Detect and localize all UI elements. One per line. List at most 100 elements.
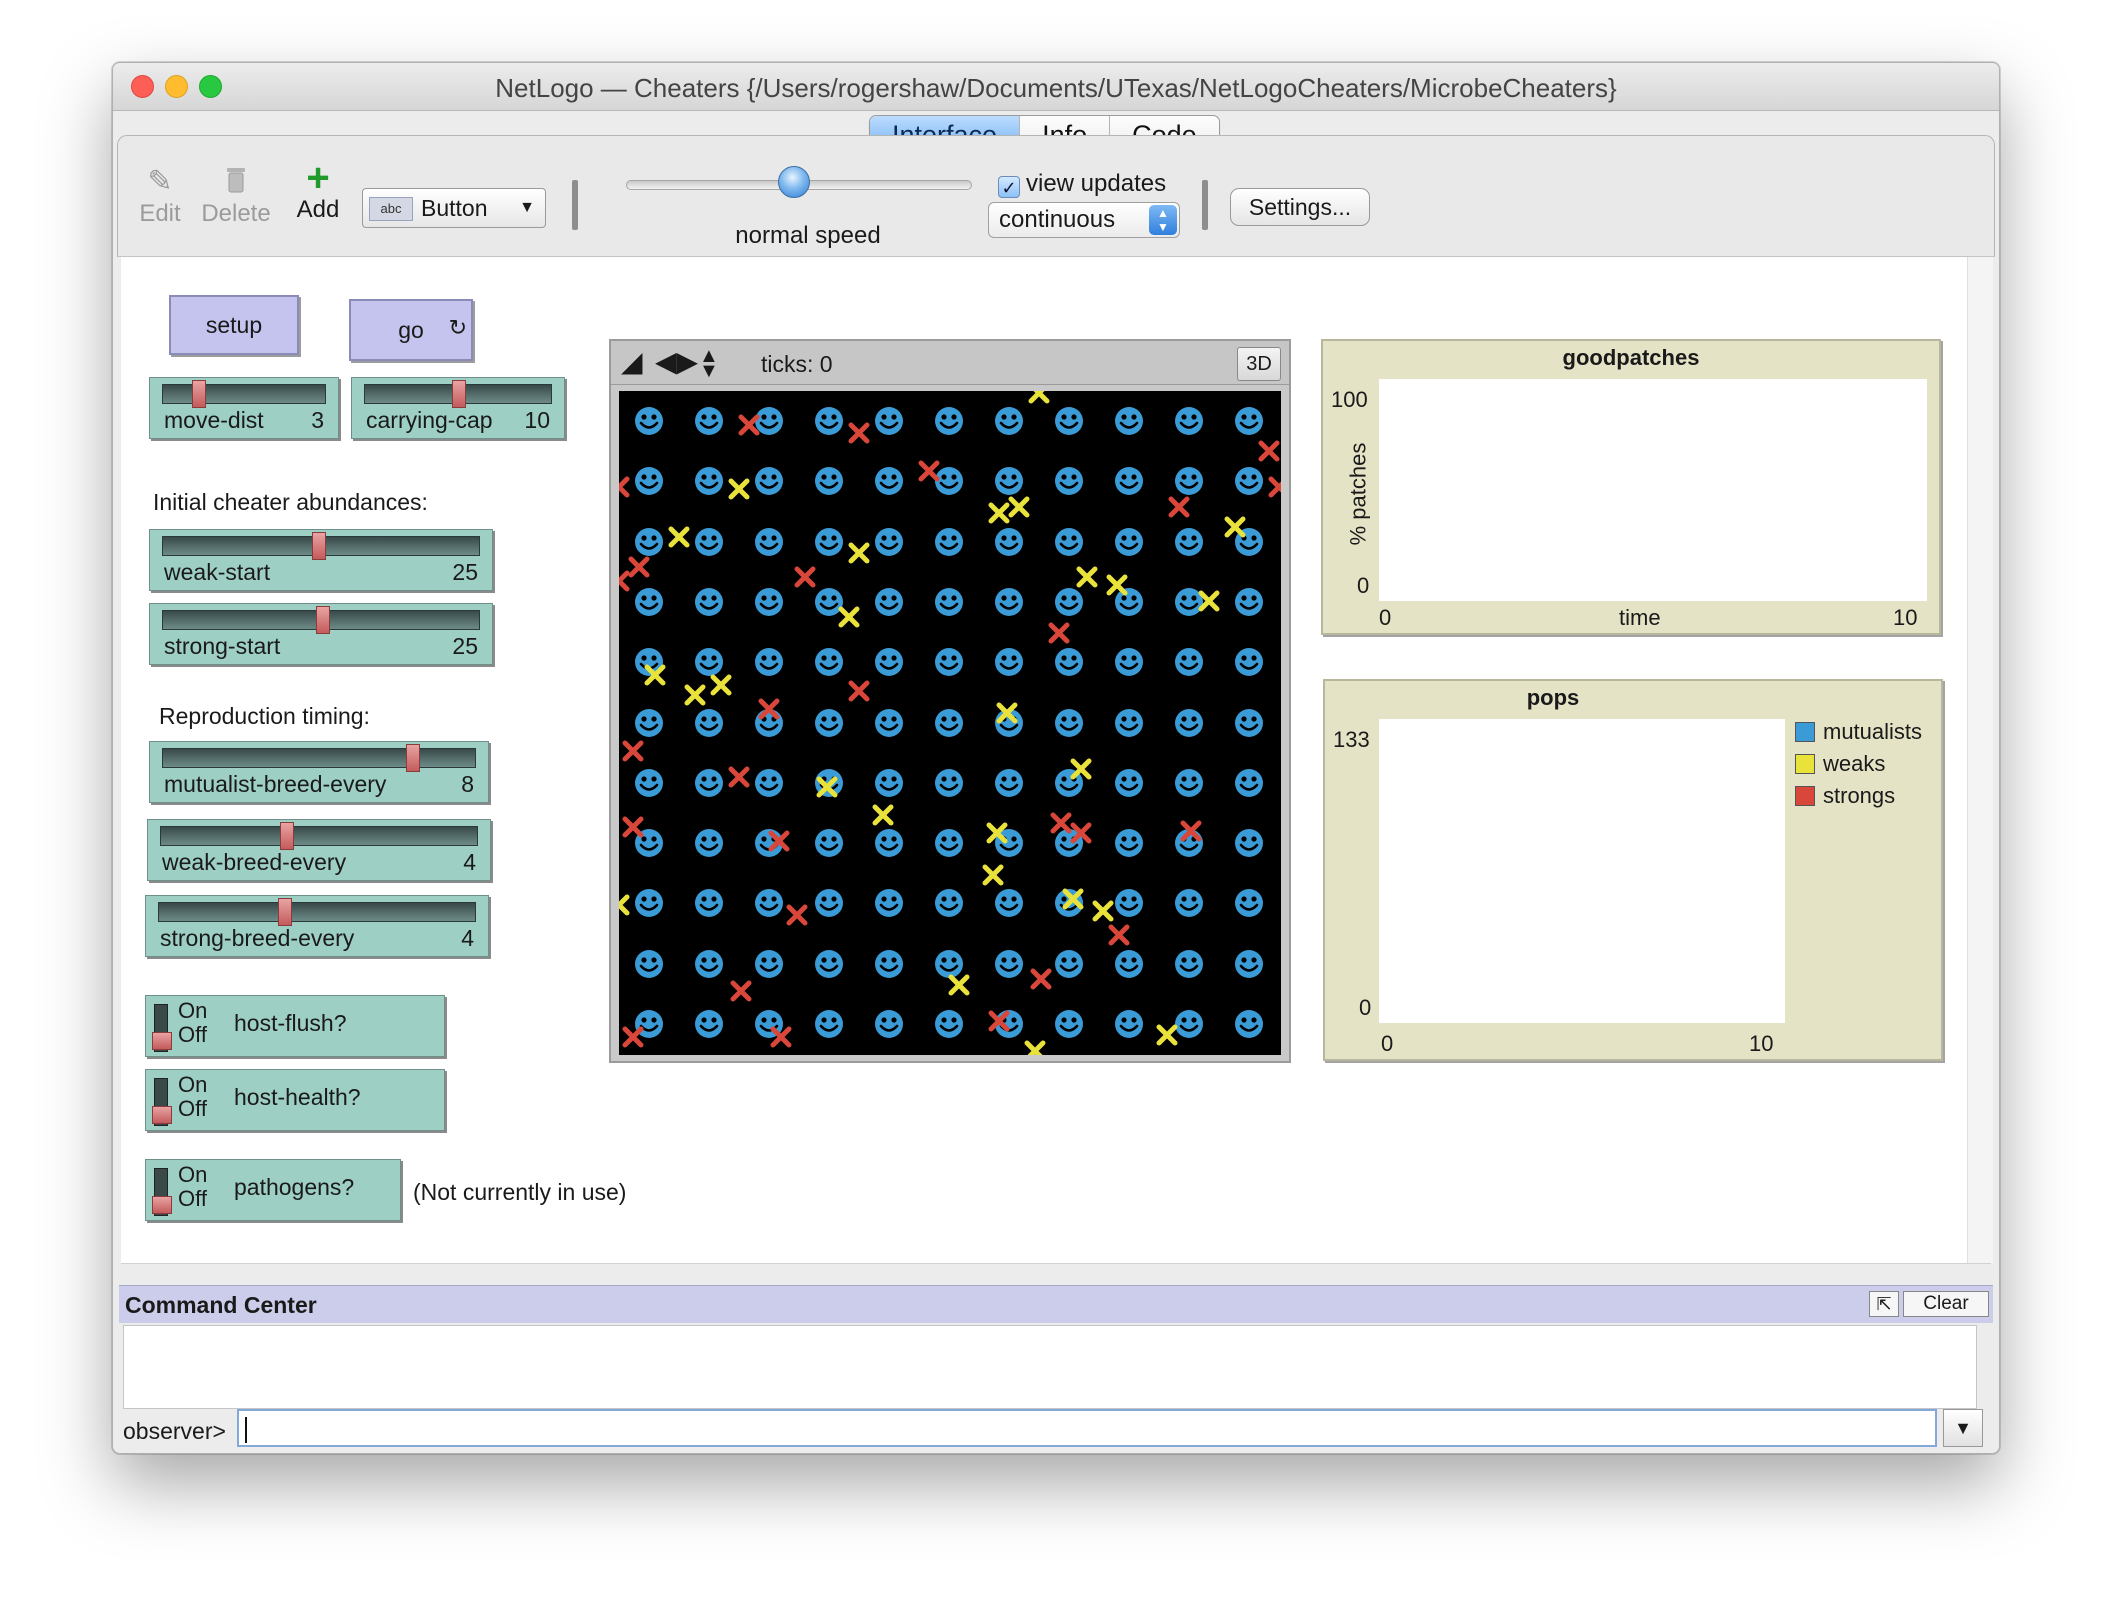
world-canvas[interactable] (619, 391, 1281, 1055)
checkmark-icon: ✓ (998, 176, 1020, 198)
setup-label: setup (205, 312, 263, 338)
resize-diagonal-icon[interactable]: ◢ (621, 347, 643, 377)
slider-value: 25 (452, 633, 478, 659)
slider-value: 8 (461, 771, 474, 797)
switch-host-health[interactable]: On Off host-health? (145, 1069, 445, 1131)
add-label: Add (296, 196, 340, 223)
slider-name: strong-breed-every (160, 925, 355, 951)
pane-splitter[interactable] (121, 1263, 1991, 1285)
slider-track (162, 384, 326, 404)
window-title: NetLogo — Cheaters {/Users/rogershaw/Doc… (495, 73, 1617, 103)
ticks-counter: ticks: 0 (761, 351, 833, 377)
switch-on-label: On (178, 1162, 208, 1187)
switch-on-label: On (178, 998, 208, 1023)
slider-carrying-cap[interactable]: carrying-cap 10 (351, 377, 565, 439)
slider-knob[interactable] (280, 822, 294, 850)
expand-icon[interactable]: ⇱ (1869, 1291, 1899, 1317)
update-mode-value: continuous (999, 206, 1116, 233)
plot-area (1379, 719, 1785, 1023)
add-button[interactable]: + Add (290, 156, 346, 224)
widget-type-label: Button (421, 195, 488, 221)
up-down-arrows-icon: ▲ ▼ (1149, 205, 1177, 235)
interface-canvas: setup go ↻ move-dist 3 carrying-cap 10 I… (121, 257, 1967, 1263)
3d-view-button[interactable]: 3D (1237, 347, 1281, 381)
legend-item-weaks: weaks (1795, 751, 1885, 777)
switch-name: pathogens? (234, 1174, 355, 1200)
trash-icon (198, 164, 274, 200)
setup-button[interactable]: setup (169, 295, 299, 355)
update-mode-select[interactable]: continuous ▲ ▼ (988, 202, 1180, 238)
switch-knob[interactable] (152, 1196, 172, 1214)
plus-icon: + (306, 156, 330, 200)
legend-swatch (1795, 722, 1815, 742)
x-min-label: 0 (1379, 605, 1392, 630)
y-axis-label: % patches (1345, 442, 1371, 546)
chevron-down-icon: ▼ (519, 199, 535, 216)
vertical-arrows-icon[interactable]: ▲ ▼ (699, 346, 719, 381)
slider-knob[interactable] (278, 898, 292, 926)
speed-label: normal speed (735, 222, 881, 249)
legend-swatch (1795, 786, 1815, 806)
view-updates-checkbox[interactable]: ✓ view updates (998, 170, 1166, 198)
vertical-scrollbar[interactable] (1967, 257, 1993, 1263)
slider-name: weak-breed-every (162, 849, 347, 875)
speed-slider-knob[interactable] (778, 166, 810, 198)
switch-pathogens[interactable]: On Off pathogens? (145, 1159, 401, 1221)
horizontal-arrows-icon[interactable]: ◀▶ (655, 347, 698, 377)
interface-toolbar: ✎ Edit Delete + Add abc Button ▼ normal … (117, 135, 1995, 257)
command-output (123, 1325, 1977, 1409)
slider-weak-start[interactable]: weak-start 25 (149, 529, 493, 591)
slider-name: carrying-cap (366, 407, 493, 433)
legend-item-strongs: strongs (1795, 783, 1895, 809)
delete-label: Delete (201, 200, 271, 227)
switch-off-label: Off (178, 1022, 207, 1047)
netlogo-window: NetLogo — Cheaters {/Users/rogershaw/Doc… (112, 62, 2000, 1454)
legend-label: mutualists (1823, 719, 1923, 744)
command-center-header: Command Center ⇱ Clear (119, 1285, 1993, 1323)
slider-move-dist[interactable]: move-dist 3 (149, 377, 339, 439)
x-max-label: 10 (1893, 605, 1918, 630)
plot-pops: pops 133 0 0 10 mutualists weaks strongs (1323, 679, 1943, 1061)
slider-knob[interactable] (406, 744, 420, 772)
slider-knob[interactable] (312, 532, 326, 560)
title-bar[interactable]: NetLogo — Cheaters {/Users/rogershaw/Doc… (113, 63, 1999, 111)
initial-cheater-label: Initial cheater abundances: (153, 489, 428, 515)
x-max-label: 10 (1749, 1031, 1774, 1056)
y-max-label: 133 (1333, 727, 1370, 752)
toolbar-divider (1202, 180, 1208, 230)
widget-type-select[interactable]: abc Button ▼ (362, 188, 546, 228)
pencil-icon: ✎ (147, 165, 173, 198)
go-label: go (398, 317, 424, 343)
legend-swatch (1795, 754, 1815, 774)
switch-knob[interactable] (152, 1106, 172, 1124)
slider-knob[interactable] (316, 606, 330, 634)
slider-strong-start[interactable]: strong-start 25 (149, 603, 493, 665)
x-min-label: 0 (1381, 1031, 1394, 1056)
switch-host-flush[interactable]: On Off host-flush? (145, 995, 445, 1057)
plot-area (1379, 379, 1927, 601)
settings-button[interactable]: Settings... (1230, 188, 1370, 226)
observer-prompt: observer> (123, 1418, 226, 1444)
plot-title: pops (1526, 685, 1580, 710)
slider-mutualist-breed-every[interactable]: mutualist-breed-every 8 (149, 741, 489, 803)
slider-weak-breed-every[interactable]: weak-breed-every 4 (147, 819, 491, 881)
slider-strong-breed-every[interactable]: strong-breed-every 4 (145, 895, 489, 957)
history-dropdown-icon[interactable]: ▼ (1943, 1409, 1983, 1447)
clear-button[interactable]: Clear (1903, 1291, 1989, 1317)
slider-knob[interactable] (192, 380, 206, 408)
command-input[interactable] (237, 1409, 1937, 1447)
legend-label: weaks (1823, 751, 1886, 776)
view-updates-label: view updates (1026, 170, 1167, 197)
delete-button[interactable]: Delete (198, 164, 274, 228)
slider-value: 25 (452, 559, 478, 585)
command-center-title: Command Center (125, 1292, 317, 1318)
slider-track (158, 902, 476, 922)
switch-knob[interactable] (152, 1032, 172, 1050)
legend-label: strongs (1823, 783, 1896, 808)
toolbar-divider (572, 180, 578, 230)
text-caret (245, 1416, 247, 1443)
slider-knob[interactable] (452, 380, 466, 408)
slider-name: mutualist-breed-every (164, 771, 387, 797)
edit-button[interactable]: ✎ Edit (132, 164, 188, 228)
go-button[interactable]: go ↻ (349, 299, 473, 361)
